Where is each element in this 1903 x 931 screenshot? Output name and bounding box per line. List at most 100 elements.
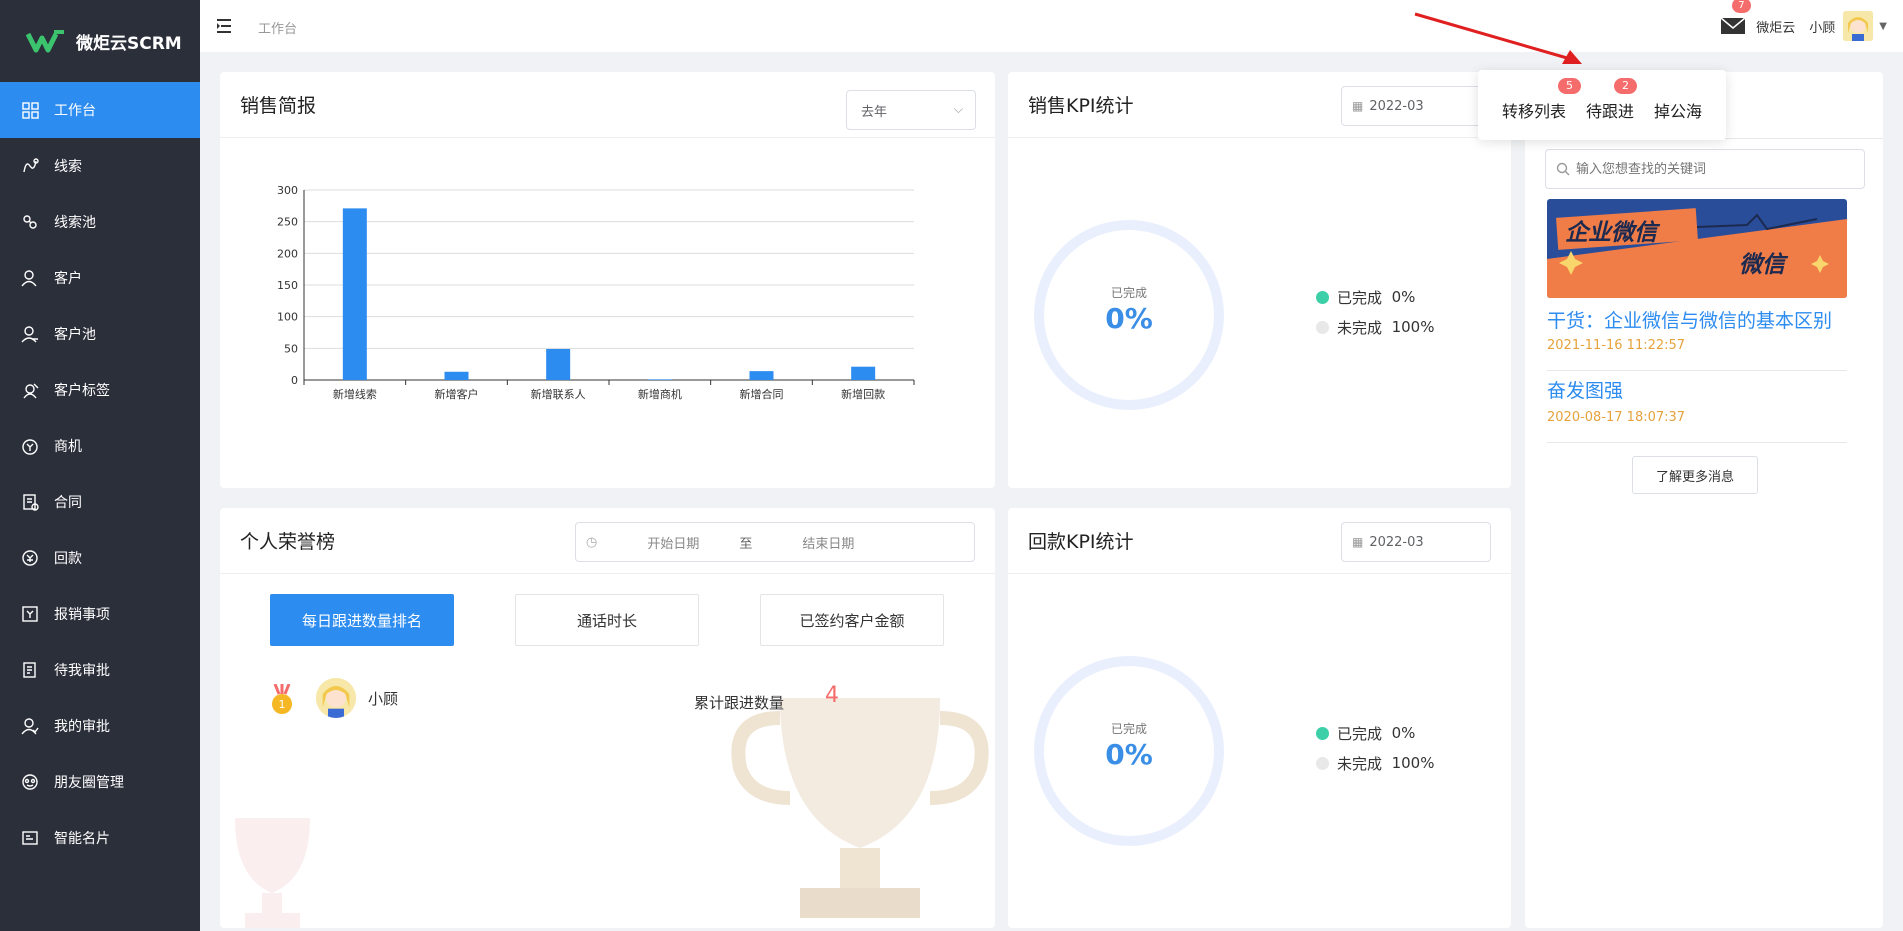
rank-metric-value: 4 (825, 683, 839, 708)
mail-button[interactable]: 7 (1720, 0, 1751, 36)
clue-icon (20, 156, 40, 176)
y-tick-label: 150 (277, 279, 298, 292)
sidebar-item[interactable]: 朋友圈管理 (0, 754, 200, 810)
sidebar-item-label: 线索 (54, 159, 82, 175)
payment-kpi-ring-label: 已完成 (1110, 722, 1147, 736)
brand-logo-icon (26, 30, 64, 53)
sidebar-item[interactable]: 客户池 (0, 306, 200, 362)
sales-kpi-date-picker[interactable]: ▦ 2022-03 (1341, 86, 1491, 126)
sidebar-item[interactable]: 线索 (0, 138, 200, 194)
sidebar-item[interactable]: 回款 (0, 530, 200, 586)
rank-metric-label: 累计跟进数量 (694, 694, 785, 712)
sidebar-item[interactable]: 商机 (0, 418, 200, 474)
end-date-input[interactable]: 结束日期 (802, 533, 854, 552)
brand-name: 微炬云SCRM (76, 33, 182, 54)
sidebar-item-label: 回款 (54, 551, 82, 567)
start-date-input[interactable]: 开始日期 (647, 533, 699, 552)
sales-kpi-date-value: 2022-03 (1369, 98, 1424, 114)
reimburse-icon (20, 604, 40, 624)
avatar-image-icon (1843, 11, 1874, 41)
popover-badge: 2 (1614, 78, 1637, 94)
sidebar-item-label: 客户池 (54, 327, 96, 343)
bar[interactable] (546, 348, 571, 380)
honor-date-range[interactable]: ◷ 开始日期 至 结束日期 (575, 522, 975, 562)
news-item-date: 2021-11-16 11:22:57 (1547, 338, 1686, 353)
bar[interactable] (851, 366, 876, 380)
y-tick-label: 200 (277, 247, 298, 260)
small-trophy-decor-icon (235, 818, 310, 928)
rank-avatar (316, 678, 356, 718)
header: 工作台 7 微炬云 小顾 ▼ (200, 0, 1903, 52)
org-name[interactable]: 微炬云 (1756, 17, 1795, 36)
popover-item-public-pool[interactable]: 掉公海 (1654, 98, 1702, 122)
sidebar-item[interactable]: 客户 (0, 250, 200, 306)
honor-title: 个人荣誉榜 (240, 531, 336, 553)
sidebar-item[interactable]: 工作台 (0, 82, 200, 138)
sidebar-item[interactable]: 客户标签 (0, 362, 200, 418)
bar[interactable] (342, 208, 367, 380)
annotation-arrow-icon (1414, 12, 1582, 64)
sidebar-item[interactable]: 线索池 (0, 194, 200, 250)
sidebar-item[interactable]: 报销事项 (0, 586, 200, 642)
sales-kpi-ring-label: 已完成 (1110, 286, 1147, 300)
sidebar-item-label: 线索池 (54, 215, 96, 231)
customer-pool-icon (20, 324, 40, 344)
sidebar-item-label: 客户标签 (54, 383, 110, 399)
legend-value-done: 0% (1391, 724, 1416, 742)
notification-popover: 转移列表 5 待跟进 2 掉公海 (1478, 70, 1726, 140)
bar[interactable] (749, 371, 774, 380)
popover-item-transfer[interactable]: 转移列表 5 (1502, 78, 1581, 122)
sidebar-item[interactable]: 待我审批 (0, 642, 200, 698)
contract-icon (20, 492, 40, 512)
sidebar-item-label: 智能名片 (54, 831, 110, 847)
sales-kpi-ring-value: 0% (1105, 302, 1153, 335)
user-name[interactable]: 小顾 (1809, 17, 1835, 36)
sidebar-item-label: 我的审批 (54, 719, 110, 735)
bar[interactable] (444, 371, 469, 380)
y-tick-label: 100 (277, 311, 298, 324)
y-tick-label: 300 (277, 184, 298, 197)
news-banner[interactable]: 企业微信 微信 (1547, 199, 1847, 298)
legend-dot-undone (1316, 756, 1329, 770)
banner-text-1: 企业微信 (1565, 220, 1657, 246)
legend-item-done: 已完成 0% (1316, 282, 1434, 312)
bar[interactable] (647, 379, 672, 380)
opportunity-icon (20, 436, 40, 456)
news-card: 企业微信 微信 干货：企业微信与微信的基本区别 2021-11-16 11:22… (1525, 72, 1883, 928)
sidebar-item[interactable]: 智能名片 (0, 810, 200, 866)
news-item-title[interactable]: 干货：企业微信与微信的基本区别 (1547, 306, 1832, 333)
medal-rank: 1 (279, 698, 286, 711)
search-icon (1556, 162, 1570, 176)
sales-kpi-ring: 已完成 0% (1032, 218, 1226, 412)
breadcrumb[interactable]: 工作台 (258, 18, 297, 37)
legend-dot-undone (1316, 320, 1329, 334)
period-select-value: 去年 (861, 104, 888, 120)
sidebar-item-label: 工作台 (54, 103, 96, 119)
popover-item-label: 掉公海 (1654, 102, 1703, 121)
legend-dot-done (1316, 290, 1329, 304)
tab-signed-amount[interactable]: 已签约客户金额 (760, 594, 944, 646)
popover-item-label: 转移列表 (1502, 102, 1567, 121)
menu-toggle-icon[interactable] (216, 17, 234, 35)
payment-kpi-date-picker[interactable]: ▦ 2022-03 (1341, 522, 1491, 562)
sidebar-item-label: 商机 (54, 439, 82, 455)
sales-brief-title: 销售简报 (240, 95, 317, 117)
tab-call-duration[interactable]: 通话时长 (515, 594, 699, 646)
user-menu-caret-icon[interactable]: ▼ (1879, 21, 1887, 32)
sidebar-item[interactable]: 合同 (0, 474, 200, 530)
legend-value-done: 0% (1391, 288, 1416, 306)
news-item-title[interactable]: 奋发图强 (1547, 376, 1623, 403)
user-avatar[interactable] (1843, 11, 1874, 41)
sidebar-nav: 工作台线索线索池客户客户池客户标签商机合同回款报销事项 待我审批我的审批朋友圈管理… (0, 82, 200, 866)
rank-row: 1 小顾 累计跟进数量 4 (270, 678, 950, 724)
sidebar-item[interactable]: 我的审批 (0, 698, 200, 754)
customer-icon (20, 268, 40, 288)
payment-kpi-date-value: 2022-03 (1369, 534, 1424, 550)
period-select[interactable]: 去年 ⌵ (846, 90, 976, 130)
tab-daily-followup[interactable]: 每日跟进数量排名 (270, 594, 454, 646)
sales-brief-card: 销售简报 去年 ⌵ 0 50 100 150 200 250 300 新增线索 新增客户 新增联系… (220, 72, 995, 488)
news-search[interactable] (1545, 149, 1865, 189)
more-news-button[interactable]: 了解更多消息 (1632, 456, 1758, 494)
news-search-input[interactable] (1576, 161, 1856, 177)
popover-item-followup[interactable]: 待跟进 2 (1586, 78, 1637, 122)
